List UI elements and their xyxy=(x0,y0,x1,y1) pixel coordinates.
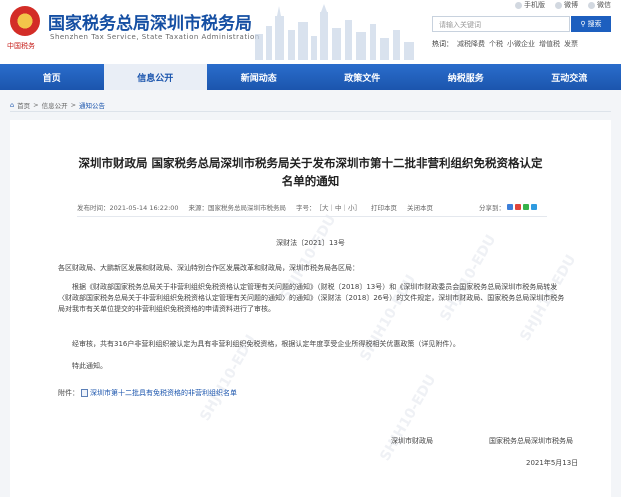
publish-time: 发布时间：2021-05-14 16:22:00 xyxy=(77,204,179,212)
font-size-label: 字号： xyxy=(296,204,316,212)
breadcrumb-separator: > xyxy=(33,101,39,109)
hot-words: 热词： 减税降费 个税 小微企业 增值税 发票 xyxy=(432,39,578,49)
hot-word-item[interactable]: 小微企业 xyxy=(507,39,535,49)
main-nav: 首页 信息公开 新闻动态 政策文件 纳税服务 互动交流 xyxy=(0,64,621,90)
breadcrumb-info-disclosure[interactable]: 信息公开 xyxy=(42,100,68,110)
hot-word-item[interactable]: 发票 xyxy=(564,39,578,49)
top-link-mobile[interactable]: 手机版 xyxy=(515,0,545,10)
print-page-link[interactable]: 打印本页 xyxy=(371,202,397,212)
attachment-link[interactable]: 深圳市第十二批具有免税资格的非营利组织名单 xyxy=(90,388,237,398)
article-source: 来源：国家税务总局深圳市税务局 xyxy=(188,204,287,212)
logo-caption: 中国税务 xyxy=(7,42,35,50)
search-icon: ⚲ xyxy=(580,20,586,28)
hot-words-label: 热词： xyxy=(432,40,453,48)
article-title: 深圳市财政局 国家税务总局深圳市税务局关于发布深圳市第十二批非营利组织免税资格认… xyxy=(78,156,543,188)
paragraph-basis: 根据《财政部国家税务总局关于非营利组织免税资格认定管理有关问题的通知》（财税〔2… xyxy=(58,283,565,313)
share-label: 分享到： xyxy=(479,204,505,212)
tax-emblem-logo[interactable] xyxy=(10,6,40,36)
hot-word-item[interactable]: 个税 xyxy=(489,39,503,49)
site-subtitle-en: Shenzhen Tax Service, State Taxation Adm… xyxy=(50,33,260,41)
font-size-switch[interactable]: ［大｜中｜小］ xyxy=(316,202,362,212)
share-qzone-icon[interactable] xyxy=(507,204,513,210)
wechat-icon xyxy=(588,1,595,9)
share-wechat-icon[interactable] xyxy=(523,204,529,210)
paragraph-addressees: 各区财政局、大鹏新区发展和财政局、深汕特别合作区发展改革和财政局，深圳市税务局各… xyxy=(58,264,359,272)
top-link-wechat[interactable]: 微信 xyxy=(588,0,611,10)
article-meta: 发布时间：2021-05-14 16:22:00 来源：国家税务总局深圳市税务局… xyxy=(77,200,547,214)
breadcrumb-divider xyxy=(10,111,611,112)
city-skyline-decoration xyxy=(255,4,414,60)
signer-finance-bureau: 深圳市财政局 xyxy=(391,437,433,445)
article-panel: SHJH10-EDU SHJH10-EDU SHJH10-EDU SHJH10-… xyxy=(10,120,611,497)
meta-divider xyxy=(77,216,547,217)
mobile-icon xyxy=(515,1,522,9)
paragraph-closing: 特此通知。 xyxy=(72,362,107,370)
weibo-icon xyxy=(555,1,562,9)
nav-item-tax-services[interactable]: 纳税服务 xyxy=(414,64,518,90)
share-bar: 分享到： xyxy=(479,202,537,212)
search-button[interactable]: ⚲ 搜索 xyxy=(571,16,611,32)
share-qq-icon[interactable] xyxy=(531,204,537,210)
site-title[interactable]: 国家税务总局深圳市税务局 xyxy=(48,9,252,34)
hot-word-item[interactable]: 减税降费 xyxy=(457,39,485,49)
close-page-link[interactable]: 关闭本页 xyxy=(407,202,433,212)
paragraph-result: 经审核，共有316户非营利组织被认定为具有非营利组织免税资格，根据认定年度享受企… xyxy=(72,340,460,348)
breadcrumb-separator: > xyxy=(70,101,77,109)
signer-tax-bureau: 国家税务总局深圳市税务局 xyxy=(489,437,573,445)
attachment: 附件： 深圳市第十二批具有免税资格的非营利组织名单 xyxy=(58,388,237,398)
nav-item-policy-docs[interactable]: 政策文件 xyxy=(311,64,415,90)
attachment-label: 附件： xyxy=(58,389,79,397)
site-header: 中国税务 国家税务总局深圳市税务局 Shenzhen Tax Service, … xyxy=(0,0,621,64)
breadcrumb-home[interactable]: 首页 xyxy=(17,100,30,110)
home-icon: ⌂ xyxy=(10,101,15,109)
breadcrumb-notices[interactable]: 通知公告 xyxy=(79,100,105,110)
top-links: 手机版 微博 微信 xyxy=(515,0,611,10)
search-input[interactable]: 请输入关键词 xyxy=(432,16,570,32)
watermark: SHJH10-EDU xyxy=(377,372,440,464)
nav-item-news[interactable]: 新闻动态 xyxy=(207,64,311,90)
document-number: 深财法〔2021〕13号 xyxy=(276,239,345,247)
file-icon xyxy=(81,389,88,397)
breadcrumb: ⌂ 首页 > 信息公开 > 通知公告 xyxy=(10,100,105,110)
share-weibo-icon[interactable] xyxy=(515,204,521,210)
hot-word-item[interactable]: 增值税 xyxy=(539,39,560,49)
nav-item-info-disclosure[interactable]: 信息公开 xyxy=(103,64,207,90)
top-link-weibo[interactable]: 微博 xyxy=(555,0,578,10)
nav-item-home[interactable]: 首页 xyxy=(0,64,104,90)
nav-item-interaction[interactable]: 互动交流 xyxy=(518,64,621,90)
issue-date: 2021年5月13日 xyxy=(526,459,579,467)
